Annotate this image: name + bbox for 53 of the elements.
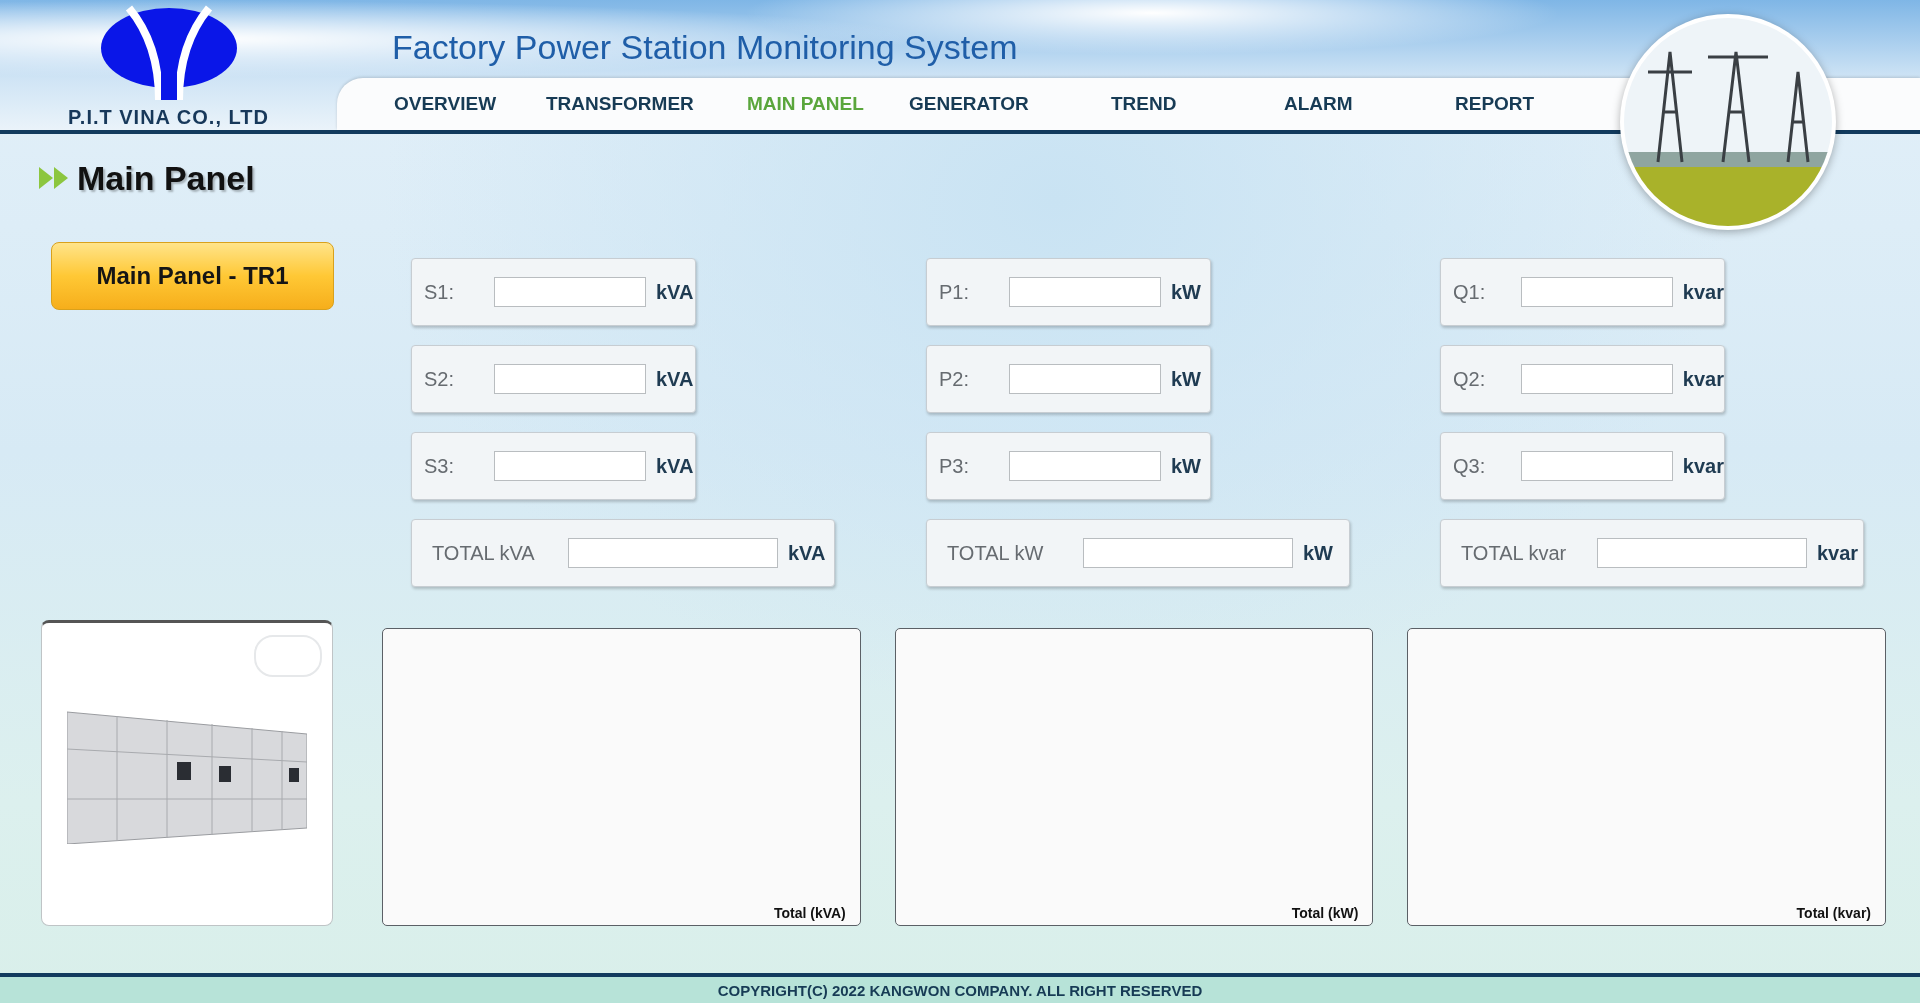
value-field[interactable] [494, 451, 646, 481]
reading-label: Q3: [1453, 454, 1487, 478]
value-field[interactable] [1009, 364, 1161, 394]
total-field[interactable] [1597, 538, 1807, 568]
total-field[interactable] [568, 538, 778, 568]
value-field[interactable] [1009, 277, 1161, 307]
company-name: P.I.T VINA CO., LTD [68, 106, 269, 129]
nav-tab[interactable]: REPORT [1455, 93, 1535, 115]
value-field[interactable] [494, 364, 646, 394]
unit-label: kvar [1682, 367, 1724, 391]
nav-tab[interactable]: TRANSFORMER [546, 93, 747, 115]
reading-label: P3: [939, 454, 971, 478]
chart-caption: Total (kvar) [1796, 905, 1871, 921]
unit-label: kW [1171, 367, 1201, 391]
unit-label: kVA [656, 280, 694, 304]
panel-select-button[interactable]: Main Panel - TR1 [51, 242, 334, 310]
value-field[interactable] [494, 277, 646, 307]
reading-label: S2: [424, 367, 456, 391]
nav-tab[interactable]: OVERVIEW [394, 93, 546, 115]
reading-label: P1: [939, 280, 971, 304]
unit-label: kvar [1682, 454, 1724, 478]
reading-label: P2: [939, 367, 971, 391]
double-arrow-icon [39, 167, 69, 189]
value-field[interactable] [1009, 451, 1161, 481]
reading-label: Q2: [1453, 367, 1487, 391]
reading-label: S1: [424, 280, 456, 304]
nav-tab[interactable]: ALARM [1284, 93, 1455, 115]
unit-label: kW [1171, 454, 1201, 478]
unit-label: kW [1303, 541, 1333, 565]
chart-caption: Total (kW) [1291, 905, 1359, 921]
reading-label: S3: [424, 454, 456, 478]
chart-caption: Total (kVA) [773, 905, 846, 921]
unit-label: kW [1171, 280, 1201, 304]
value-field[interactable] [1520, 364, 1673, 394]
unit-label: kvar [1817, 541, 1859, 565]
unit-label: kVA [656, 367, 694, 391]
unit-label: kvar [1682, 280, 1724, 304]
page-title: Main Panel [77, 158, 255, 198]
unit-label: kVA [788, 541, 826, 565]
copyright-text: COPYRIGHT(C) 2022 KANGWON COMPANY. ALL RIGHT RESERVED [717, 981, 1203, 999]
total-label: TOTAL kVA [432, 541, 536, 565]
value-field[interactable] [1520, 277, 1673, 307]
total-label: TOTAL kW [947, 541, 1045, 565]
total-field[interactable] [1083, 538, 1293, 568]
nav-tab[interactable]: TREND [1111, 93, 1284, 115]
reading-label: Q1: [1453, 280, 1487, 304]
nav-tab[interactable]: GENERATOR [909, 93, 1111, 115]
app-title: Factory Power Station Monitoring System [392, 28, 1019, 68]
pill-shape [254, 635, 323, 677]
total-label: TOTAL kvar [1461, 541, 1568, 565]
unit-label: kVA [656, 454, 694, 478]
logo-icon [98, 4, 239, 100]
value-field[interactable] [1520, 451, 1673, 481]
